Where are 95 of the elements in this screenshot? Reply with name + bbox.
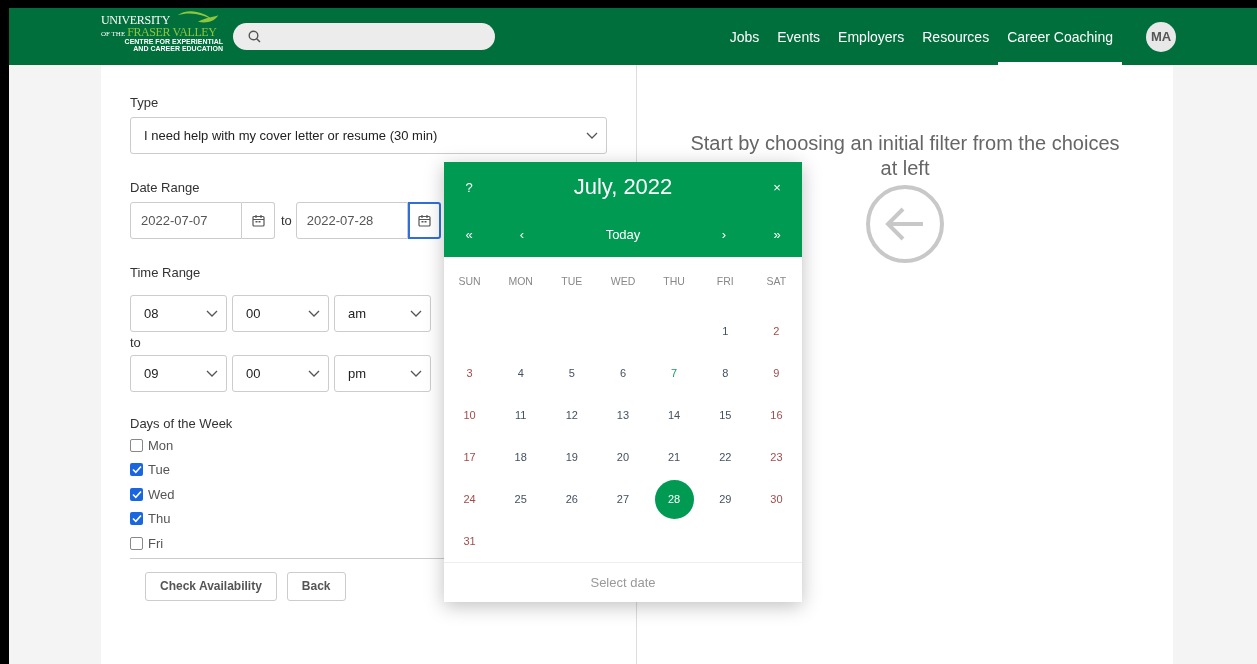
select-date-text: Select date: [444, 562, 802, 602]
logo-text: UNIVERSITY: [101, 13, 170, 26]
check-availability-button[interactable]: Check Availability: [145, 571, 277, 601]
calendar-day[interactable]: 7: [654, 353, 694, 393]
search-icon: [248, 30, 261, 43]
nav-link[interactable]: Resources: [913, 8, 999, 65]
user-avatar[interactable]: MA: [1146, 21, 1176, 52]
calendar-icon: [251, 214, 265, 227]
calendar-icon: [417, 214, 431, 227]
month-title: July, 2022: [573, 174, 673, 200]
chevron-down-icon: [206, 369, 218, 378]
chevron-down-icon: [586, 131, 598, 140]
calendar-day[interactable]: 13: [603, 395, 643, 435]
weekday-label: SUN: [457, 274, 482, 289]
chevron-down-icon: [308, 369, 320, 378]
checkbox-label: Wed: [148, 486, 175, 502]
calendar-day[interactable]: 23: [756, 437, 796, 477]
prev-year-button[interactable]: «: [465, 227, 473, 242]
back-button[interactable]: Back: [286, 571, 346, 601]
weekday-label: THU: [662, 274, 686, 289]
date-field[interactable]: 2022-07-28: [295, 202, 408, 239]
checkbox[interactable]: [130, 536, 143, 550]
calendar-day[interactable]: 20: [603, 437, 643, 477]
weekday-label: FRI: [715, 274, 735, 289]
field-label: Days of the Week: [130, 416, 233, 431]
type-select[interactable]: I need help with my cover letter or resume (30 min): [130, 117, 607, 154]
calendar-button[interactable]: [407, 202, 441, 239]
chevron-down-icon: [410, 309, 422, 318]
field-label: Time Range: [130, 265, 201, 280]
calendar-day[interactable]: 24: [450, 479, 490, 519]
calendar-day[interactable]: 3: [450, 353, 490, 393]
time-select[interactable]: am: [334, 295, 431, 332]
calendar-day[interactable]: 9: [756, 353, 796, 393]
next-month-button[interactable]: ›: [721, 227, 727, 242]
calendar-day[interactable]: 4: [501, 353, 541, 393]
calendar-day[interactable]: 22: [705, 437, 745, 477]
nav-link[interactable]: Jobs: [720, 8, 769, 65]
range-separator: to: [130, 335, 142, 350]
calendar-day[interactable]: 12: [552, 395, 592, 435]
calendar-day[interactable]: 18: [501, 437, 541, 477]
calendar-day[interactable]: 21: [654, 437, 694, 477]
calendar-day[interactable]: 11: [501, 395, 541, 435]
time-select[interactable]: pm: [334, 355, 431, 392]
chevron-down-icon: [308, 309, 320, 318]
checkbox-label: Tue: [148, 462, 170, 478]
field-label: Date Range: [130, 180, 200, 195]
logo-text: FRASER VALLEY: [127, 25, 217, 38]
calendar-day[interactable]: 10: [450, 395, 490, 435]
range-separator: to: [281, 213, 292, 228]
calendar-day[interactable]: 26: [552, 479, 592, 519]
next-year-button[interactable]: »: [773, 227, 781, 242]
arrow-left-circle-icon: [865, 184, 945, 264]
calendar-day[interactable]: 5: [552, 353, 592, 393]
checkbox-label: Mon: [148, 437, 174, 453]
chevron-down-icon: [410, 369, 422, 378]
nav-link[interactable]: Events: [768, 8, 830, 65]
calendar-day[interactable]: 6: [603, 353, 643, 393]
weekday-label: SAT: [765, 274, 788, 289]
calendar-day[interactable]: 14: [654, 395, 694, 435]
calendar-day[interactable]: 29: [705, 479, 745, 519]
calendar-day[interactable]: 19: [552, 437, 592, 477]
calendar-day[interactable]: 31: [450, 521, 490, 561]
chevron-down-icon: [206, 309, 218, 318]
checkbox-label: Thu: [148, 511, 171, 527]
calendar-day[interactable]: 15: [705, 395, 745, 435]
weekday-label: MON: [507, 274, 534, 289]
date-field[interactable]: 2022-07-07: [130, 202, 242, 239]
calendar-day[interactable]: 27: [603, 479, 643, 519]
weekday-label: TUE: [560, 274, 584, 289]
checkbox[interactable]: [130, 438, 143, 452]
calendar-day[interactable]: 25: [501, 479, 541, 519]
checkbox[interactable]: [130, 487, 143, 501]
nav-link[interactable]: Employers: [829, 8, 914, 65]
time-select[interactable]: 09: [130, 355, 227, 392]
weekday-label: WED: [609, 274, 637, 289]
calendar-day[interactable]: 17: [450, 437, 490, 477]
time-select[interactable]: 08: [130, 295, 227, 332]
checkbox-label: Fri: [148, 535, 164, 551]
calendar-day[interactable]: 16: [756, 395, 796, 435]
search-field[interactable]: [233, 23, 495, 50]
calendar-day[interactable]: 8: [705, 353, 745, 393]
time-select[interactable]: 00: [232, 355, 329, 392]
prev-month-button[interactable]: ‹: [519, 227, 525, 242]
checkbox[interactable]: [130, 512, 143, 526]
field-label: Type: [130, 95, 159, 110]
hint-text: Start by choosing an initial filter from the choices at left: [689, 131, 1121, 181]
checkbox[interactable]: [130, 463, 143, 477]
calendar-day[interactable]: 28: [654, 479, 694, 519]
calendar-day[interactable]: 30: [756, 479, 796, 519]
calendar-day[interactable]: 1: [705, 311, 745, 351]
time-select[interactable]: 00: [232, 295, 329, 332]
close-button[interactable]: ×: [773, 179, 781, 195]
today-button[interactable]: Today: [605, 227, 641, 242]
help-button[interactable]: ?: [465, 179, 473, 195]
calendar-day[interactable]: 2: [756, 311, 796, 351]
